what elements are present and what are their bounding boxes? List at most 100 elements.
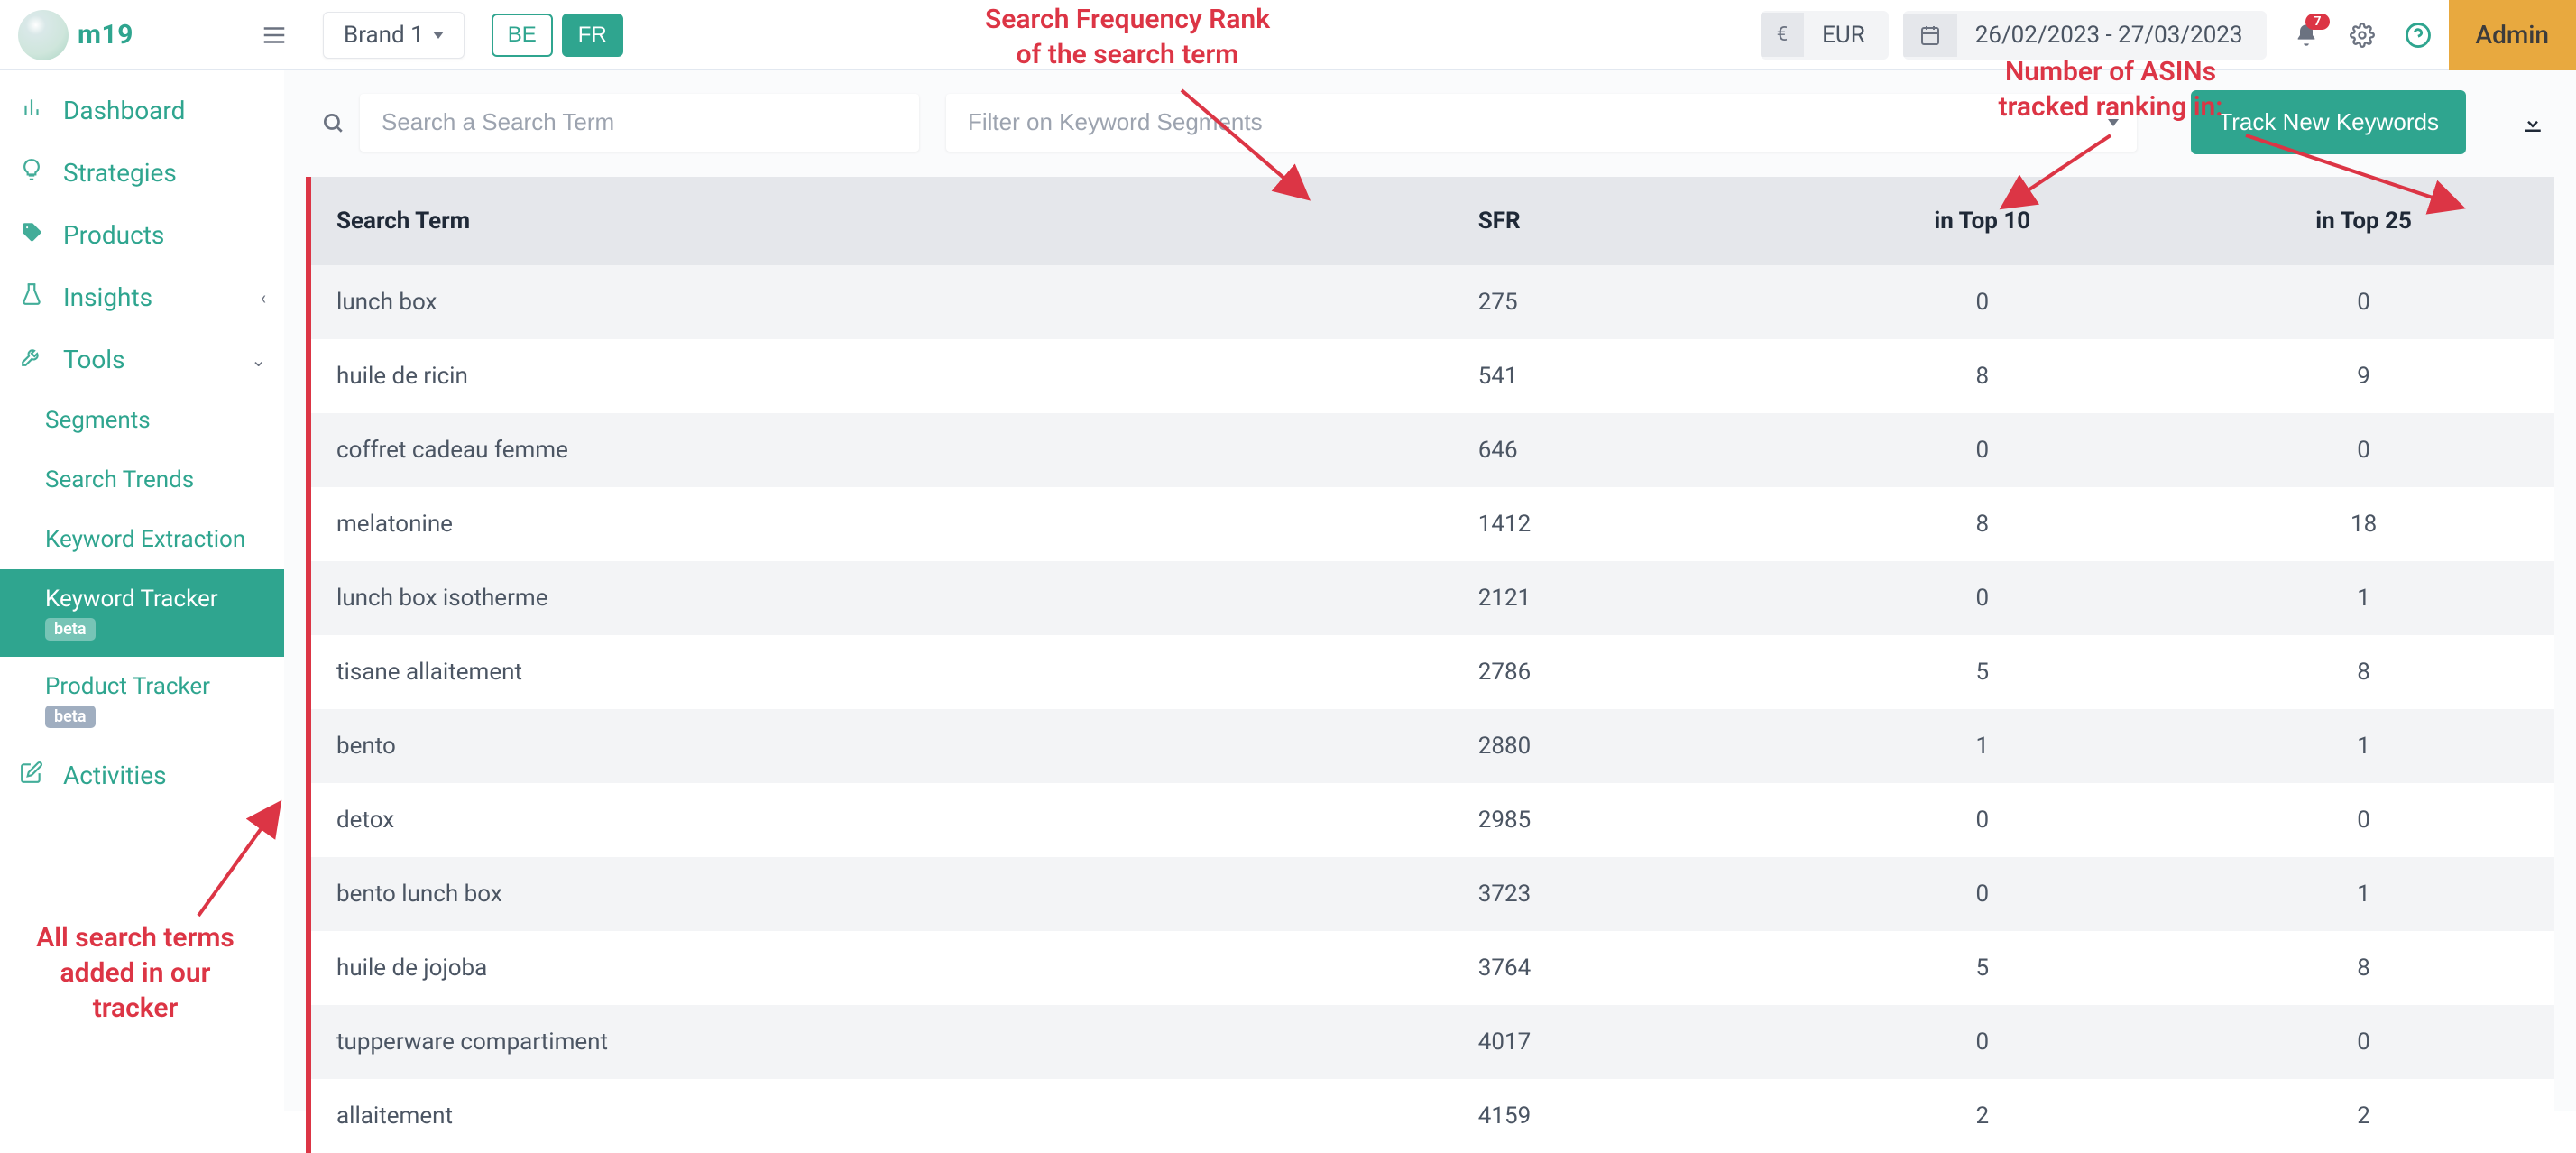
currency-icon: € — [1761, 13, 1804, 57]
search-icon — [306, 94, 360, 152]
sidebar-item-label: Search Trends — [45, 466, 194, 493]
sidebar-item-products[interactable]: Products — [0, 204, 284, 266]
notifications-icon[interactable]: 7 — [2281, 10, 2332, 60]
cell-top10: 1 — [1791, 709, 2173, 783]
cell-sfr: 1412 — [1388, 487, 1792, 561]
menu-toggle-icon[interactable] — [253, 22, 296, 49]
table-row[interactable]: tisane allaitement278658 — [311, 635, 2554, 709]
caret-down-icon — [2108, 119, 2119, 126]
sidebar-item-search-trends[interactable]: Search Trends — [0, 450, 284, 510]
sidebar-item-label: Strategies — [63, 158, 177, 188]
cell-top10: 8 — [1791, 487, 2173, 561]
cell-sfr: 4159 — [1388, 1079, 1792, 1153]
cell-top25: 2 — [2173, 1079, 2554, 1153]
table-row[interactable]: bento288011 — [311, 709, 2554, 783]
admin-button[interactable]: Admin — [2449, 0, 2576, 70]
sidebar-item-label: Activities — [63, 761, 167, 790]
cell-term: tisane allaitement — [311, 635, 1388, 709]
chevron-left-icon: ‹ — [261, 287, 266, 309]
brand-selector[interactable]: Brand 1 — [323, 12, 465, 59]
sidebar-item-tools[interactable]: Tools ⌄ — [0, 328, 284, 391]
keyword-table: Search Term SFR in Top 10 in Top 25 lunc… — [311, 177, 2554, 1153]
cell-term: bento lunch box — [311, 857, 1388, 931]
sidebar: Dashboard Strategies Products Insights ‹ — [0, 70, 284, 1111]
tags-icon — [18, 220, 45, 250]
sidebar-item-product-tracker[interactable]: Product Tracker beta — [0, 657, 284, 744]
date-range-selector[interactable]: 26/02/2023 - 27/03/2023 — [1903, 11, 2267, 60]
table-row[interactable]: allaitement415922 — [311, 1079, 2554, 1153]
cell-top10: 5 — [1791, 635, 2173, 709]
sidebar-item-label: Keyword Tracker — [45, 586, 218, 613]
cell-sfr: 275 — [1388, 265, 1792, 339]
sidebar-item-strategies[interactable]: Strategies — [0, 142, 284, 204]
marketplace-fr[interactable]: FR — [562, 14, 623, 57]
settings-icon[interactable] — [2337, 10, 2387, 60]
col-search-term[interactable]: Search Term — [311, 177, 1388, 265]
sidebar-item-label: Segments — [45, 407, 151, 434]
controls-row: Track New Keywords — [306, 90, 2554, 154]
cell-top10: 0 — [1791, 561, 2173, 635]
cell-top25: 8 — [2173, 931, 2554, 1005]
marketplace-be[interactable]: BE — [492, 14, 553, 57]
cell-top10: 0 — [1791, 857, 2173, 931]
cell-term: huile de ricin — [311, 339, 1388, 413]
layout: Dashboard Strategies Products Insights ‹ — [0, 70, 2576, 1111]
cell-top10: 0 — [1791, 783, 2173, 857]
table-row[interactable]: detox298500 — [311, 783, 2554, 857]
currency-selector[interactable]: € EUR — [1761, 11, 1889, 60]
table-row[interactable]: lunch box isotherme212101 — [311, 561, 2554, 635]
beta-badge: beta — [45, 618, 96, 641]
search-input[interactable] — [360, 94, 919, 152]
table-row[interactable]: melatonine1412818 — [311, 487, 2554, 561]
col-sfr[interactable]: SFR — [1388, 177, 1792, 265]
cell-term: bento — [311, 709, 1388, 783]
sidebar-item-keyword-extraction[interactable]: Keyword Extraction — [0, 510, 284, 569]
brand-label: Brand 1 — [344, 22, 424, 49]
sidebar-item-dashboard[interactable]: Dashboard — [0, 79, 284, 142]
filter-wrapper — [946, 94, 2137, 152]
filter-input[interactable] — [946, 94, 2137, 152]
date-range-text: 26/02/2023 - 27/03/2023 — [1957, 11, 2267, 60]
sidebar-item-segments[interactable]: Segments — [0, 391, 284, 450]
cell-top10: 8 — [1791, 339, 2173, 413]
cell-top10: 5 — [1791, 931, 2173, 1005]
sidebar-item-activities[interactable]: Activities — [0, 744, 284, 807]
sidebar-item-label: Product Tracker — [45, 673, 210, 700]
help-icon[interactable] — [2393, 10, 2443, 60]
table-row[interactable]: bento lunch box372301 — [311, 857, 2554, 931]
currency-code: EUR — [1804, 11, 1889, 60]
cell-sfr: 2786 — [1388, 635, 1792, 709]
cell-top25: 9 — [2173, 339, 2554, 413]
cell-sfr: 3723 — [1388, 857, 1792, 931]
col-top10[interactable]: in Top 10 — [1791, 177, 2173, 265]
cell-sfr: 541 — [1388, 339, 1792, 413]
cell-top25: 1 — [2173, 857, 2554, 931]
keyword-table-wrap: Search Term SFR in Top 10 in Top 25 lunc… — [306, 177, 2554, 1153]
sidebar-item-label: Keyword Extraction — [45, 526, 245, 553]
table-row[interactable]: lunch box27500 — [311, 265, 2554, 339]
cell-sfr: 646 — [1388, 413, 1792, 487]
sidebar-item-keyword-tracker[interactable]: Keyword Tracker beta — [0, 569, 284, 657]
cell-term: coffret cadeau femme — [311, 413, 1388, 487]
logo-area: m19 — [0, 10, 253, 60]
logo-icon — [18, 10, 69, 60]
sidebar-item-insights[interactable]: Insights ‹ — [0, 266, 284, 328]
caret-down-icon — [433, 32, 444, 39]
cell-term: huile de jojoba — [311, 931, 1388, 1005]
table-row[interactable]: tupperware compartiment401700 — [311, 1005, 2554, 1079]
table-row[interactable]: huile de ricin54189 — [311, 339, 2554, 413]
cell-term: allaitement — [311, 1079, 1388, 1153]
cell-top10: 0 — [1791, 1005, 2173, 1079]
chevron-down-icon: ⌄ — [251, 349, 266, 371]
cell-top25: 18 — [2173, 487, 2554, 561]
cell-top25: 0 — [2173, 413, 2554, 487]
cell-top10: 0 — [1791, 265, 2173, 339]
table-row[interactable]: coffret cadeau femme64600 — [311, 413, 2554, 487]
track-new-keywords-button[interactable]: Track New Keywords — [2191, 90, 2466, 154]
download-icon[interactable] — [2511, 101, 2554, 144]
flask-icon — [18, 282, 45, 312]
cell-sfr: 2880 — [1388, 709, 1792, 783]
table-row[interactable]: huile de jojoba376458 — [311, 931, 2554, 1005]
col-top25[interactable]: in Top 25 — [2173, 177, 2554, 265]
cell-top25: 8 — [2173, 635, 2554, 709]
